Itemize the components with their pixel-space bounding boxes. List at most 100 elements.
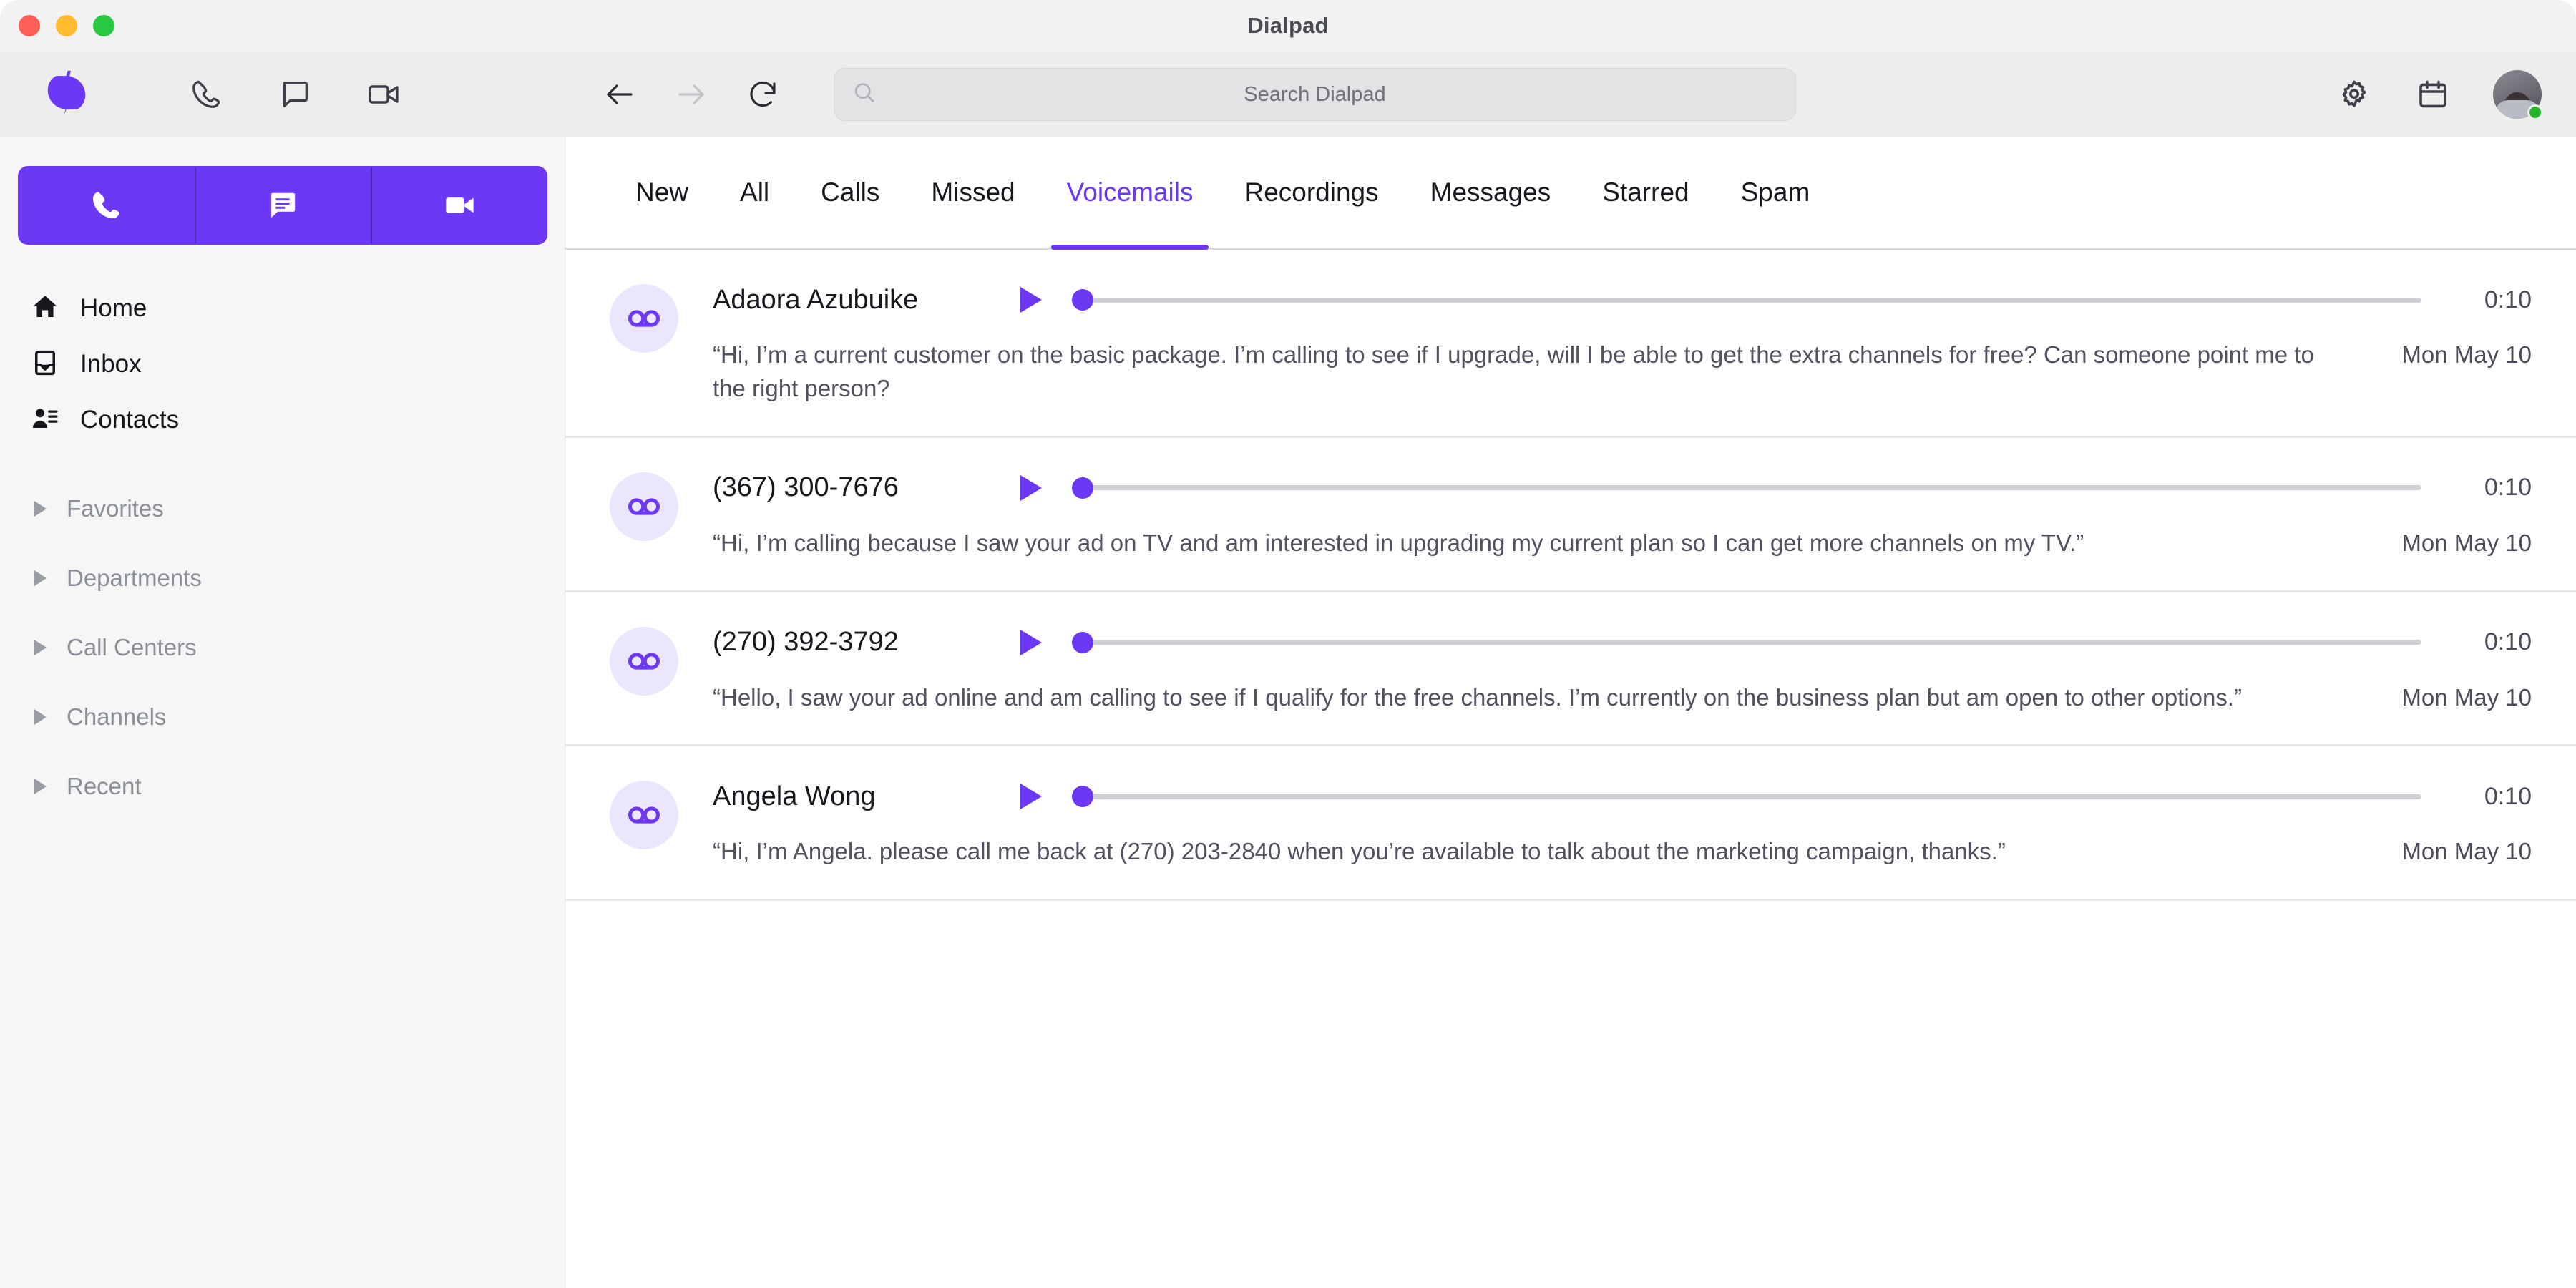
tab-recordings[interactable]: Recordings <box>1219 137 1404 248</box>
voicemail-duration: 0:10 <box>2484 782 2532 810</box>
voicemail-duration: 0:10 <box>2484 628 2532 656</box>
new-call-button[interactable] <box>18 166 195 245</box>
voicemail-contact-name: (367) 300-7676 <box>713 472 899 503</box>
voicemail-body: Adaora Azubuike 0:10 “Hi, I’m a current … <box>713 280 2532 406</box>
new-meeting-button[interactable] <box>371 166 547 245</box>
voicemail-footer: “Hi, I’m a current customer on the basic… <box>713 338 2532 406</box>
sidebar-section-departments[interactable]: Departments <box>0 543 565 613</box>
voicemail-row[interactable]: (270) 392-3792 0:10 “Hello, I saw your a… <box>565 592 2576 747</box>
toolbar-quick-actions <box>187 76 402 113</box>
playback-slider[interactable] <box>1072 288 2421 311</box>
chevron-right-icon <box>34 778 47 794</box>
tab-spam[interactable]: Spam <box>1715 137 1836 248</box>
search-bar[interactable]: Search Dialpad <box>834 68 1796 121</box>
voicemail-footer: “Hello, I saw your ad online and am call… <box>713 681 2532 715</box>
tab-all[interactable]: All <box>714 137 795 248</box>
tab-label: Voicemails <box>1066 177 1194 207</box>
voicemail-footer: “Hi, I’m Angela. please call me back at … <box>713 835 2532 869</box>
playback-slider[interactable] <box>1072 785 2421 808</box>
sidebar-section-label: Channels <box>67 703 167 730</box>
tab-label: Messages <box>1430 177 1551 207</box>
traffic-light-controls <box>19 15 114 36</box>
sidebar-section-label: Call Centers <box>67 633 197 660</box>
sidebar-item-label: Home <box>80 294 147 322</box>
voicemail-list: Adaora Azubuike 0:10 “Hi, I’m a current … <box>565 250 2576 902</box>
voicemail-row[interactable]: (367) 300-7676 0:10 “Hi, I’m calling bec… <box>565 438 2576 592</box>
playback-slider[interactable] <box>1072 631 2421 654</box>
tab-label: Calls <box>821 177 880 207</box>
tab-missed[interactable]: Missed <box>905 137 1040 248</box>
slider-track <box>1072 794 2421 799</box>
voicemail-icon <box>610 626 678 696</box>
back-icon[interactable] <box>601 76 638 113</box>
tab-label: New <box>635 177 689 207</box>
voicemail-contact-name: Adaora Azubuike <box>713 284 919 315</box>
gear-icon[interactable] <box>2336 76 2373 113</box>
chevron-right-icon <box>34 708 47 725</box>
sidebar-section-favorites[interactable]: Favorites <box>0 474 565 543</box>
slider-handle[interactable] <box>1072 477 1093 499</box>
chevron-right-icon <box>34 639 47 655</box>
tab-voicemails[interactable]: Voicemails <box>1041 137 1219 250</box>
tab-starred[interactable]: Starred <box>1576 137 1714 248</box>
voicemail-header: Adaora Azubuike 0:10 <box>713 280 2532 320</box>
sidebar-item-label: Contacts <box>80 406 180 434</box>
voicemail-date: Mon May 10 <box>2401 529 2532 556</box>
search-icon <box>852 80 877 109</box>
play-icon[interactable] <box>1020 784 1042 810</box>
slider-handle[interactable] <box>1072 786 1093 808</box>
voicemail-date: Mon May 10 <box>2401 838 2532 865</box>
play-icon[interactable] <box>1020 629 1042 655</box>
slider-handle[interactable] <box>1072 631 1093 653</box>
play-icon[interactable] <box>1020 474 1042 501</box>
phone-icon[interactable] <box>187 76 225 113</box>
slider-track <box>1072 485 2421 491</box>
chevron-right-icon <box>34 570 47 586</box>
voicemail-date: Mon May 10 <box>2401 683 2532 711</box>
tab-calls[interactable]: Calls <box>795 137 905 248</box>
voicemail-contact-name: Angela Wong <box>713 781 876 811</box>
voicemail-transcript: “Hi, I’m calling because I saw your ad o… <box>713 529 2084 556</box>
forward-icon[interactable] <box>673 76 710 113</box>
playback-slider[interactable] <box>1072 477 2421 499</box>
voicemail-duration: 0:10 <box>2484 286 2532 313</box>
sidebar-nav-list: Home Inbox Contacts <box>0 280 565 448</box>
slider-track <box>1072 640 2421 645</box>
compose-button-group <box>18 166 547 245</box>
sidebar-item-contacts[interactable]: Contacts <box>0 392 565 448</box>
inbox-icon <box>30 348 60 381</box>
chevron-right-icon <box>34 500 47 517</box>
message-icon[interactable] <box>276 76 313 113</box>
sidebar-section-recent[interactable]: Recent <box>0 751 565 821</box>
slider-handle[interactable] <box>1072 289 1093 311</box>
tab-messages[interactable]: Messages <box>1405 137 1577 248</box>
status-badge <box>2527 104 2543 120</box>
sidebar-sections: Favorites Departments Call Centers Chann… <box>0 474 565 821</box>
sidebar-section-channels[interactable]: Channels <box>0 682 565 751</box>
video-icon[interactable] <box>365 76 402 113</box>
sidebar-item-inbox[interactable]: Inbox <box>0 336 565 392</box>
reload-icon[interactable] <box>744 76 781 113</box>
tab-new[interactable]: New <box>610 137 714 248</box>
sidebar-item-label: Inbox <box>80 350 142 378</box>
search-input[interactable]: Search Dialpad <box>834 83 1795 107</box>
voicemail-date: Mon May 10 <box>2401 341 2532 368</box>
new-message-button[interactable] <box>194 166 371 245</box>
close-window-button[interactable] <box>19 15 40 36</box>
voicemail-contact-name: (270) 392-3792 <box>713 627 899 658</box>
voicemail-footer: “Hi, I’m calling because I saw your ad o… <box>713 527 2532 560</box>
voicemail-row[interactable]: Angela Wong 0:10 “Hi, I’m Angela. please… <box>565 746 2576 902</box>
minimize-window-button[interactable] <box>56 15 77 36</box>
maximize-window-button[interactable] <box>93 15 114 36</box>
sidebar-section-call-centers[interactable]: Call Centers <box>0 613 565 682</box>
play-icon[interactable] <box>1020 287 1042 313</box>
browser-nav-buttons <box>601 76 781 113</box>
dialpad-logo-icon[interactable] <box>42 68 92 122</box>
calendar-icon[interactable] <box>2414 76 2451 113</box>
sidebar-item-home[interactable]: Home <box>0 280 565 336</box>
voicemail-row[interactable]: Adaora Azubuike 0:10 “Hi, I’m a current … <box>565 250 2576 438</box>
avatar[interactable] <box>2493 70 2543 120</box>
tab-label: Missed <box>931 177 1015 207</box>
tab-label: All <box>740 177 770 207</box>
tab-label: Starred <box>1602 177 1689 207</box>
